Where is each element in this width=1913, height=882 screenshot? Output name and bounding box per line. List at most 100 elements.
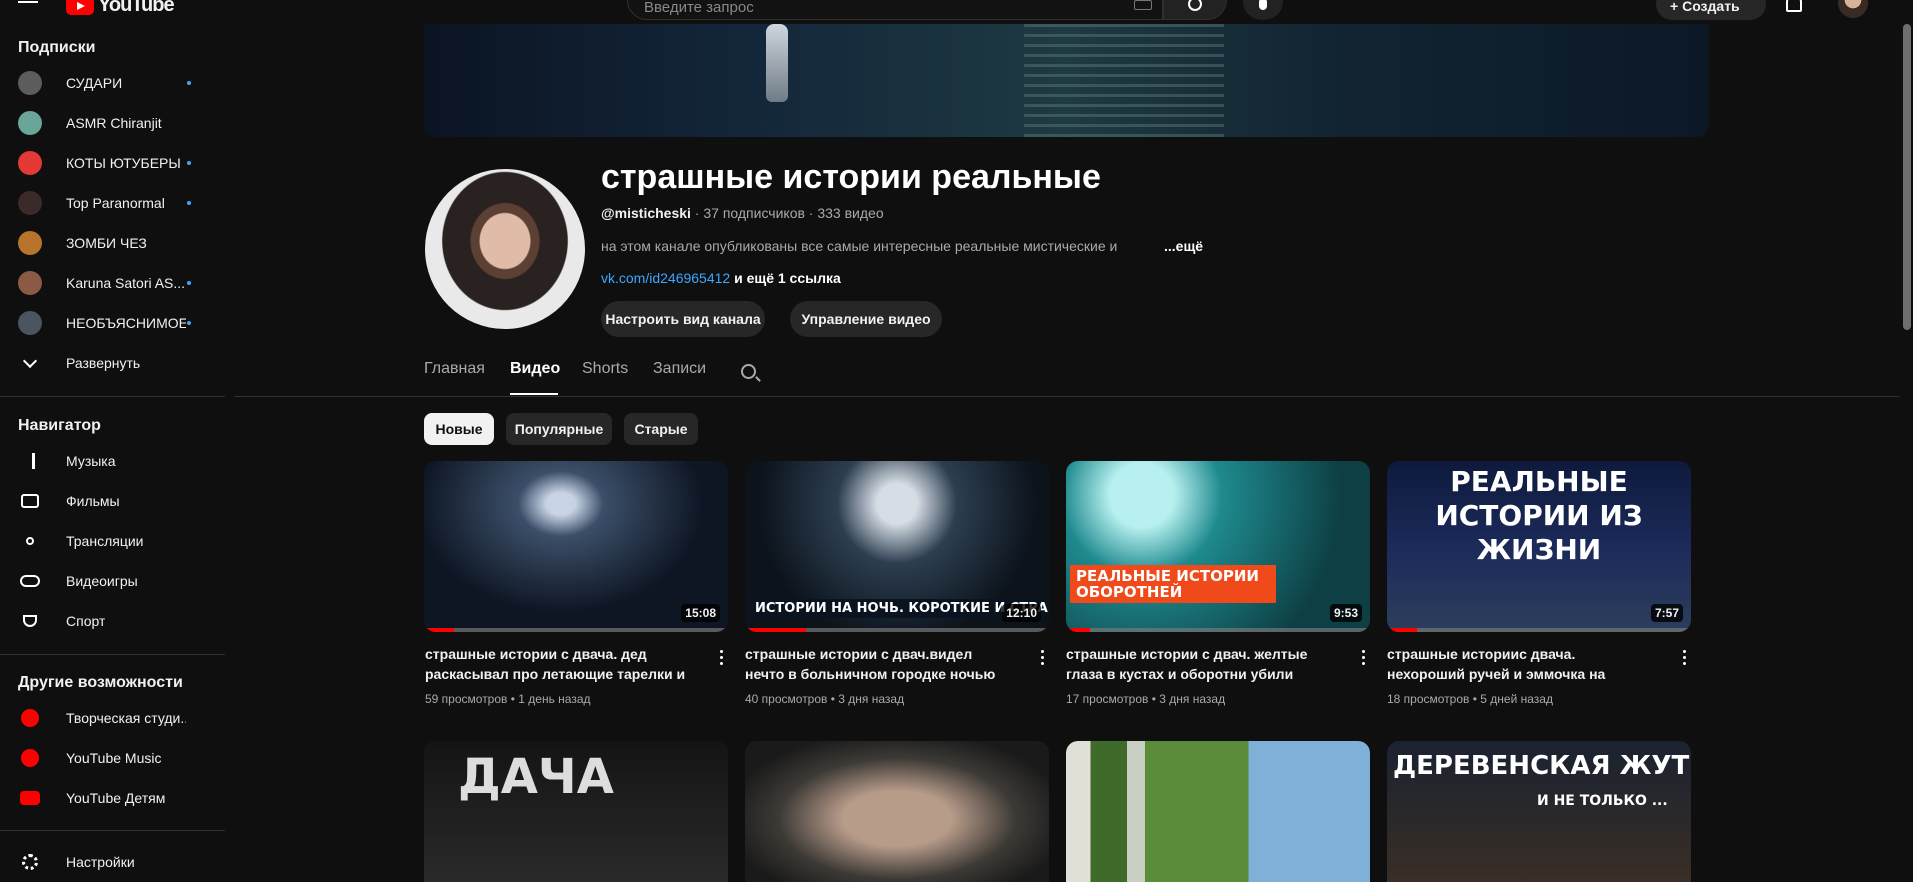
channel-meta: @misticheski · 37 подписчиков · 333 виде…	[601, 205, 884, 221]
banner-figure	[766, 24, 788, 102]
more-options-icon[interactable]	[1362, 650, 1366, 666]
music-note-icon	[18, 449, 42, 473]
sidebar-subscription[interactable]: НЕОБЪЯСНИМОЕ	[0, 303, 225, 343]
sidebar-item-label: Фильмы	[66, 493, 120, 509]
sidebar-item-label: Видеоигры	[66, 573, 138, 589]
sidebar-subscription[interactable]: ASMR Chiranjit	[0, 103, 225, 143]
manage-videos-button[interactable]: Управление видео	[790, 301, 942, 337]
sidebar-divider	[0, 830, 225, 831]
channel-link[interactable]: vk.com/id246965412	[601, 270, 730, 286]
watch-progress-fill	[745, 628, 806, 632]
sidebar-item-youtube-kids[interactable]: YouTube Детям	[0, 778, 225, 818]
watch-progress	[424, 628, 728, 632]
description-more-link[interactable]: ...ещё	[1164, 238, 1203, 254]
video-thumbnail[interactable]: ИСТОРИИ НА НОЧЬ. КОРОТКИЕ И СТРАШ... 12:…	[745, 461, 1049, 632]
sidebar-item-music[interactable]: Музыка	[0, 441, 225, 481]
video-thumbnail[interactable]: РЕАЛЬНЫЕ ИСТОРИИ ОБОРОТНЕЙ 9:53	[1066, 461, 1370, 632]
channel-stats: · 37 подписчиков · 333 видео	[690, 205, 884, 221]
watch-progress	[1066, 628, 1370, 632]
youtube-play-icon	[66, 0, 94, 15]
watch-progress	[745, 628, 1049, 632]
tab-home[interactable]: Главная	[424, 360, 485, 378]
new-content-dot	[187, 161, 191, 165]
customize-channel-button[interactable]: Настроить вид канала	[601, 301, 765, 337]
sidebar-item-label: Музыка	[66, 453, 116, 469]
tab-videos[interactable]: Видео	[510, 360, 560, 378]
video-title[interactable]: страшные истории с двач. желтые глаза в …	[1066, 644, 1336, 684]
sidebar-item-label: ЗОМБИ ЧЕЗ	[66, 235, 147, 251]
sidebar-item-label: Творческая студи...	[66, 710, 186, 726]
channel-avatar	[18, 271, 42, 295]
channel-description[interactable]: на этом канале опубликованы все самые ин…	[601, 238, 1117, 254]
chip-popular[interactable]: Популярные	[506, 413, 612, 445]
new-content-dot	[187, 281, 191, 285]
youtube-logo[interactable]: YouTube	[66, 0, 175, 17]
tab-shorts[interactable]: Shorts	[582, 360, 628, 378]
video-thumbnail[interactable]: ДЕРЕВЕНСКАЯ ЖУТЬ И НЕ ТОЛЬКО ...	[1387, 741, 1691, 882]
sidebar-subscription[interactable]: КОТЫ ЮТУБЕРЫ	[0, 143, 225, 183]
other-title: Другие возможности	[18, 674, 183, 691]
tab-posts[interactable]: Записи	[653, 360, 706, 378]
video-thumbnail[interactable]: РЕАЛЬНЫЕ ИСТОРИИ ИЗ ЖИЗНИ 7:57	[1387, 461, 1691, 632]
video-meta: 17 просмотров • 3 дня назад	[1066, 692, 1226, 706]
channel-title: страшные истории реальные	[601, 158, 1101, 196]
sidebar-divider	[0, 396, 225, 397]
channel-avatar	[18, 231, 42, 255]
sidebar-item-sport[interactable]: Спорт	[0, 601, 225, 641]
watch-progress	[1387, 628, 1691, 632]
video-title[interactable]: страшные историис двача. нехороший ручей…	[1387, 644, 1657, 684]
video-title[interactable]: страшные истории с двач.видел нечто в бо…	[745, 644, 1015, 684]
sidebar-item-label: СУДАРИ	[66, 75, 123, 91]
sidebar-subscription[interactable]: СУДАРИ	[0, 63, 225, 103]
sidebar-subscription[interactable]: Karuna Satori AS...	[0, 263, 225, 303]
channel-avatar	[18, 71, 42, 95]
sidebar-divider	[0, 654, 225, 655]
sidebar-item-youtube-music[interactable]: YouTube Music	[0, 738, 225, 778]
channel-search-icon[interactable]	[741, 364, 756, 379]
more-options-icon[interactable]	[1041, 650, 1045, 666]
sidebar-item-studio[interactable]: Творческая студи...	[0, 698, 225, 738]
bell-icon[interactable]	[1786, 0, 1802, 12]
studio-icon	[18, 706, 42, 730]
sidebar: Подписки СУДАРИ ASMR Chiranjit КОТЫ ЮТУБ…	[0, 24, 225, 882]
create-button[interactable]: + Создать	[1656, 0, 1766, 20]
watch-progress-fill	[1066, 628, 1091, 632]
chip-oldest[interactable]: Старые	[624, 413, 698, 445]
search-input[interactable]: Введите запрос	[627, 0, 1163, 20]
sidebar-subscription[interactable]: ЗОМБИ ЧЕЗ	[0, 223, 225, 263]
gamepad-icon	[18, 569, 42, 593]
video-thumbnail[interactable]: ДАЧА	[424, 741, 728, 882]
chip-newest[interactable]: Новые	[424, 413, 494, 445]
video-views: 40 просмотров	[745, 692, 828, 706]
menu-icon[interactable]	[18, 0, 38, 10]
video-thumbnail[interactable]: 15:08	[424, 461, 728, 632]
channel-avatar	[18, 191, 42, 215]
expand-button[interactable]: Развернуть	[0, 343, 225, 383]
page-scrollbar[interactable]	[1903, 24, 1911, 330]
sidebar-item-live[interactable]: Трансляции	[0, 521, 225, 561]
channel-avatar	[18, 151, 42, 175]
video-duration: 12:10	[1002, 604, 1041, 622]
youtube-kids-icon	[18, 786, 42, 810]
video-title[interactable]: страшные истории с двача. дед раскасывал…	[425, 644, 695, 684]
sidebar-subscription[interactable]: Top Paranormal	[0, 183, 225, 223]
chevron-down-icon	[18, 351, 42, 375]
keyboard-icon[interactable]	[1134, 0, 1152, 10]
search-button[interactable]	[1163, 0, 1227, 20]
sidebar-item-movies[interactable]: Фильмы	[0, 481, 225, 521]
new-content-dot	[187, 81, 191, 85]
sidebar-item-label: Спорт	[66, 613, 106, 629]
sidebar-item-settings[interactable]: Настройки	[0, 842, 225, 882]
mic-icon[interactable]	[1243, 0, 1283, 20]
video-thumbnail[interactable]	[745, 741, 1049, 882]
expand-label: Развернуть	[66, 355, 141, 371]
video-thumbnail[interactable]	[1066, 741, 1370, 882]
more-options-icon[interactable]	[1683, 650, 1687, 666]
video-age: 3 дня назад	[1159, 692, 1226, 706]
sidebar-item-gaming[interactable]: Видеоигры	[0, 561, 225, 601]
more-options-icon[interactable]	[720, 650, 724, 666]
more-links[interactable]: и ещё 1 ссылка	[730, 270, 841, 286]
channel-avatar-large[interactable]	[425, 169, 585, 329]
account-avatar[interactable]	[1838, 0, 1868, 18]
video-views: 59 просмотров	[425, 692, 508, 706]
